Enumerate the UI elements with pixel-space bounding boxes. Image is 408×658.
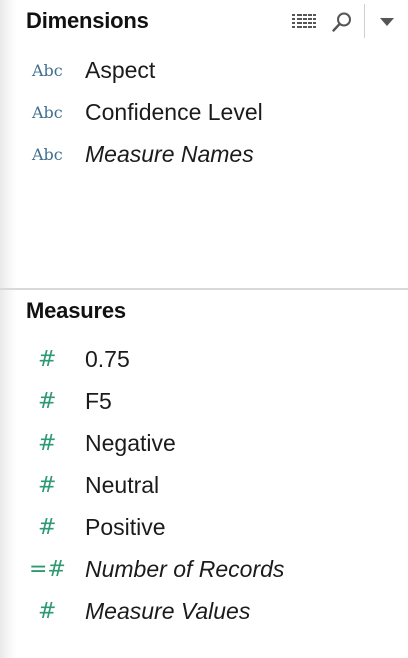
toolbar-divider bbox=[364, 4, 365, 38]
list-view-icon bbox=[292, 13, 316, 31]
number-type-icon: # bbox=[38, 472, 57, 498]
measure-field-negative[interactable]: # Negative bbox=[0, 422, 408, 464]
string-type-icon: Abc bbox=[32, 144, 63, 164]
measures-header: Measures bbox=[26, 298, 126, 323]
dimensions-header: Dimensions bbox=[26, 8, 149, 33]
measure-field-measure-values[interactable]: # Measure Values bbox=[0, 590, 408, 632]
field-name: Positive bbox=[85, 513, 166, 540]
search-icon bbox=[332, 12, 351, 32]
string-type-icon: Abc bbox=[32, 60, 63, 80]
dimension-field-measure-names[interactable]: Abc Measure Names bbox=[0, 133, 408, 175]
number-type-icon: # bbox=[38, 388, 57, 414]
list-view-button[interactable] bbox=[289, 9, 319, 35]
measure-field-0-75[interactable]: #0.75 bbox=[0, 338, 408, 380]
field-name: Aspect bbox=[85, 56, 156, 83]
section-divider bbox=[0, 288, 408, 290]
field-name: Confidence Level bbox=[85, 98, 263, 125]
field-name: Measure Names bbox=[85, 140, 254, 167]
dropdown-arrow-icon bbox=[380, 18, 394, 26]
dimension-field-aspect[interactable]: Abc Aspect bbox=[0, 49, 408, 91]
number-type-icon: # bbox=[38, 430, 57, 456]
field-name: Number of Records bbox=[85, 555, 285, 582]
dimension-field-confidence-level[interactable]: Abc Confidence Level bbox=[0, 91, 408, 133]
number-type-icon: # bbox=[38, 598, 57, 624]
field-name: F5 bbox=[85, 387, 112, 414]
number-type-icon: # bbox=[38, 514, 57, 540]
dropdown-menu-button[interactable] bbox=[372, 9, 402, 35]
field-name: 0.75 bbox=[85, 345, 130, 372]
measure-field-positive[interactable]: # Positive bbox=[0, 506, 408, 548]
field-name: Negative bbox=[85, 429, 176, 456]
measure-field-neutral[interactable]: # Neutral bbox=[0, 464, 408, 506]
number-type-icon: # bbox=[38, 346, 57, 372]
string-type-icon: Abc bbox=[32, 102, 63, 122]
measure-field-f5[interactable]: # F5 bbox=[0, 380, 408, 422]
search-button[interactable] bbox=[327, 9, 357, 35]
field-name: Measure Values bbox=[85, 597, 251, 624]
measure-field-number-of-records[interactable]: =# Number of Records bbox=[0, 548, 408, 590]
calculated-number-type-icon: =# bbox=[29, 556, 66, 582]
field-name: Neutral bbox=[85, 471, 160, 498]
